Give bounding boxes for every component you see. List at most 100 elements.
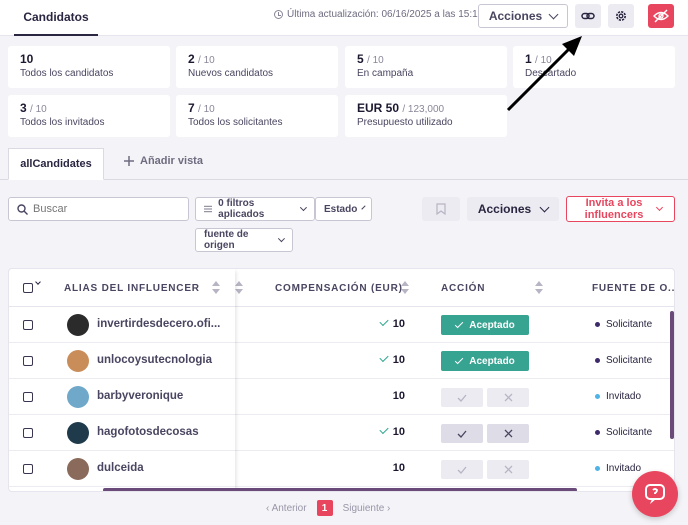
help-chat-button[interactable] <box>632 471 678 517</box>
invite-influencers-button[interactable]: Invita a los influencers <box>566 196 675 222</box>
avatar <box>67 314 89 336</box>
candidates-table: ALIAS DEL INFLUENCER COMPENSACIÓN (EUR) … <box>8 268 675 492</box>
influencer-alias[interactable]: hagofotosdecosas <box>97 426 227 438</box>
row-checkbox[interactable] <box>23 320 33 330</box>
eye-slash-icon <box>653 9 669 23</box>
avatar <box>67 422 89 444</box>
header-alias[interactable]: ALIAS DEL INFLUENCER <box>64 283 200 294</box>
settings-button[interactable] <box>608 4 634 28</box>
chevron-down-icon <box>300 204 308 211</box>
dot-icon <box>595 430 600 435</box>
select-all-checkbox[interactable] <box>23 283 33 293</box>
reject-button[interactable] <box>487 388 529 407</box>
reject-button[interactable] <box>487 460 529 479</box>
hide-button[interactable] <box>648 4 674 28</box>
plus-icon <box>124 156 134 166</box>
influencer-alias[interactable]: barbyveronique <box>97 390 227 402</box>
stat-number: 3 <box>20 101 27 115</box>
header-compensation[interactable]: COMPENSACIÓN (EUR) <box>275 283 403 294</box>
sort-icon[interactable] <box>535 280 543 296</box>
table-row[interactable]: dulceida 10 Invitado <box>9 451 674 487</box>
source-dropdown[interactable]: fuente de origen <box>195 228 293 252</box>
table-row[interactable]: unlocoysutecnologia 10 Aceptado Solicita… <box>9 343 674 379</box>
last-update-text: Última actualización: 06/16/2025 a las 1… <box>287 9 484 20</box>
row-checkbox[interactable] <box>23 428 33 438</box>
source-label: Invitado <box>606 391 642 402</box>
stat-number: 7 <box>188 101 195 115</box>
link-button[interactable] <box>575 4 601 28</box>
sort-icon[interactable] <box>401 280 409 296</box>
pagination: ‹ Anterior 1 Siguiente › <box>266 500 390 516</box>
stat-label: Todos los invitados <box>20 117 105 128</box>
accept-button[interactable] <box>441 460 483 479</box>
source-cell: Invitado <box>595 463 641 474</box>
filters-applied-dropdown[interactable]: 0 filtros aplicados <box>195 197 315 221</box>
stat-denominator: / 10 <box>367 55 384 66</box>
header-action[interactable]: ACCIÓN <box>441 283 485 294</box>
avatar <box>67 386 89 408</box>
stat-card-campaign[interactable]: 5 / 10 En campaña <box>345 46 507 88</box>
vertical-scrollbar[interactable] <box>670 311 674 439</box>
horizontal-scrollbar[interactable] <box>103 488 577 491</box>
source-cell: Solicitante <box>595 427 652 438</box>
stat-number: 10 <box>20 52 34 66</box>
accept-button[interactable] <box>441 424 483 443</box>
tab-all-candidates[interactable]: allCandidates <box>8 148 104 180</box>
tab-candidatos[interactable]: Candidatos <box>14 0 98 36</box>
dot-icon <box>595 358 600 363</box>
stat-denominator: / 10 <box>535 55 552 66</box>
next-page-button[interactable]: Siguiente › <box>343 503 391 514</box>
stat-number: 2 <box>188 52 195 66</box>
stat-card-budget: EUR 50 / 123,000 Presupuesto utilizado <box>345 95 507 137</box>
sort-icon[interactable] <box>235 280 243 296</box>
prev-page-button[interactable]: ‹ Anterior <box>266 503 307 514</box>
actions-label: Acciones <box>477 202 532 216</box>
stat-label: Descartado <box>525 68 577 79</box>
source-cell: Solicitante <box>595 319 652 330</box>
stat-card-invited[interactable]: 3 / 10 Todos los invitados <box>8 95 170 137</box>
row-checkbox[interactable] <box>23 392 33 402</box>
reject-button[interactable] <box>487 424 529 443</box>
actions-dropdown-top[interactable]: Acciones <box>478 4 568 28</box>
stat-label: Nuevos candidatos <box>188 68 274 79</box>
influencer-alias[interactable]: invertirdesdecero.ofi... <box>97 318 227 330</box>
source-cell: Invitado <box>595 391 641 402</box>
compensation-value: 10 <box>392 426 405 438</box>
page-number[interactable]: 1 <box>316 500 333 516</box>
add-view-button[interactable]: Añadir vista <box>124 155 203 167</box>
next-label: Siguiente <box>342 502 385 514</box>
stat-label: Todos los solicitantes <box>188 117 283 128</box>
row-checkbox[interactable] <box>23 356 33 366</box>
check-icon <box>457 430 467 438</box>
stat-card-new[interactable]: 2 / 10 Nuevos candidatos <box>176 46 338 88</box>
chevron-down-icon <box>548 9 559 19</box>
stat-card-discarded[interactable]: 1 / 10 Descartado <box>513 46 675 88</box>
accepted-label: Aceptado <box>469 355 515 367</box>
influencer-alias[interactable]: dulceida <box>97 462 227 474</box>
gear-icon <box>616 11 626 21</box>
search-box[interactable] <box>8 197 189 221</box>
actions-dropdown[interactable]: Acciones <box>467 197 559 221</box>
prev-label: Anterior <box>271 502 307 514</box>
bookmark-button[interactable] <box>422 197 460 221</box>
chevron-down-icon <box>278 235 286 242</box>
check-icon <box>454 355 464 364</box>
stat-card-all[interactable]: 10 Todos los candidatos <box>8 46 170 88</box>
add-view-label: Añadir vista <box>140 155 203 167</box>
search-input[interactable] <box>33 203 183 215</box>
stat-card-applicants[interactable]: 7 / 10 Todos los solicitantes <box>176 95 338 137</box>
top-bar: Candidatos Última actualización: 06/16/2… <box>0 0 688 36</box>
row-checkbox[interactable] <box>23 464 33 474</box>
estado-dropdown[interactable]: Estado <box>315 197 372 221</box>
accept-button[interactable] <box>441 388 483 407</box>
influencer-alias[interactable]: unlocoysutecnologia <box>97 354 227 366</box>
chevron-down-icon[interactable] <box>35 279 41 285</box>
sort-icon[interactable] <box>212 280 220 296</box>
stat-number: EUR 50 <box>357 101 400 115</box>
table-row[interactable]: invertirdesdecero.ofi... 10 Aceptado Sol… <box>9 307 674 343</box>
table-row[interactable]: barbyveronique 10 Invitado <box>9 379 674 415</box>
header-source[interactable]: FUENTE DE O... <box>592 283 674 294</box>
compensation-value: 10 <box>392 462 405 474</box>
table-row[interactable]: hagofotosdecosas 10 Solicitante <box>9 415 674 451</box>
last-update: Última actualización: 06/16/2025 a las 1… <box>274 9 483 20</box>
